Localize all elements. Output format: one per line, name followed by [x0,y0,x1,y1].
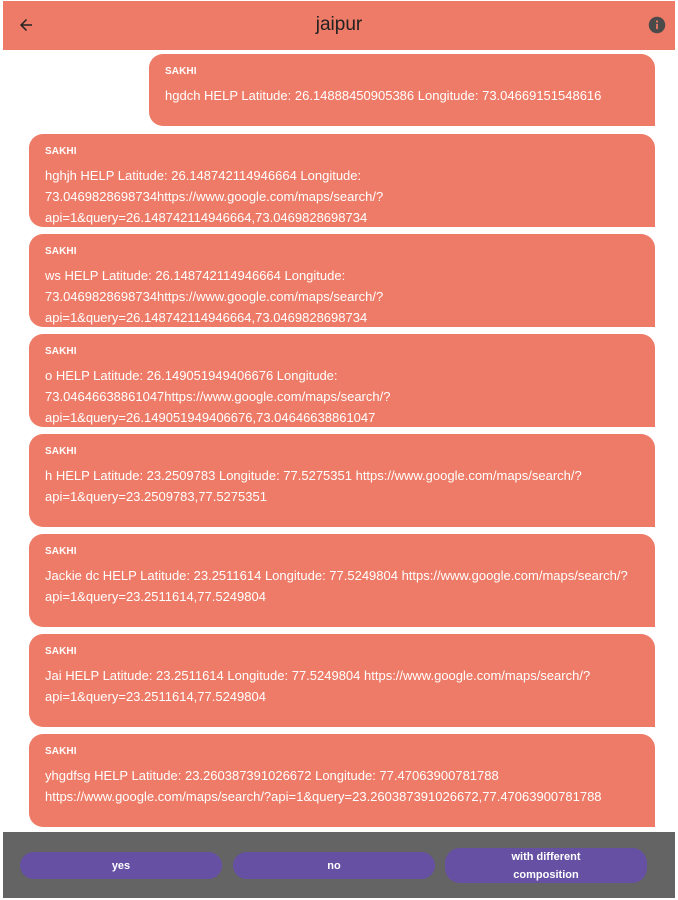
message-sender: SAKHI [45,246,77,257]
message-text: hgdch HELP Latitude: 26.1488845090538​6 … [165,88,602,103]
app-bar: jaipur [3,1,675,50]
info-icon [648,16,666,34]
message-text: yhgdfsg HELP Latitude: 23.26038739102667… [45,768,602,804]
no-button[interactable]: no [233,852,435,879]
message-sender: SAKHI [45,146,77,157]
yes-button[interactable]: yes [20,852,222,879]
message-text: hghjh HELP Latitude: 26.148742114946664 … [45,168,384,225]
message-text: Jai HELP Latitude: 23.2511614 Longitude:… [45,668,591,704]
message-bubble: SAKHI ws HELP Latitude: 26.1487421149466… [29,234,655,327]
message-bubble: SAKHI Jai HELP Latitude: 23.2511614 Long… [29,634,655,727]
message-sender: SAKHI [45,346,77,357]
message-bubble: SAKHI hgdch HELP Latitude: 26.1488845090… [149,54,655,126]
message-sender: SAKHI [45,646,77,657]
app-screen: jaipur SAKHI hgdch HELP Latitude: 26.148… [3,1,675,898]
message-text: Jackie dc HELP Latitude: 23.2511614 Long… [45,568,628,604]
info-button[interactable] [648,16,666,34]
reply-options-bar: yes no with different composition [3,832,675,898]
message-bubble: SAKHI hghjh HELP Latitude: 26.1487421149… [29,134,655,227]
message-sender: SAKHI [165,66,197,77]
message-text: ws HELP Latitude: 26.148742114946664 Lon… [45,268,384,325]
message-text: o HELP Latitude: 26.149051949406676 Long… [45,368,391,425]
message-bubble: SAKHI o HELP Latitude: 26.14905194940667… [29,334,655,427]
message-list[interactable]: SAKHI hgdch HELP Latitude: 26.1488845090… [3,50,675,832]
page-title: jaipur [315,14,363,35]
message-sender: SAKHI [45,446,77,457]
message-text: h HELP Latitude: 23.2509783 Longitude: 7… [45,468,582,504]
different-composition-button[interactable]: with different composition [445,848,647,883]
message-bubble: SAKHI h HELP Latitude: 23.2509783 Longit… [29,434,655,527]
message-sender: SAKHI [45,746,77,757]
message-sender: SAKHI [45,546,77,557]
message-bubble: SAKHI Jackie dc HELP Latitude: 23.251161… [29,534,655,627]
message-bubble: SAKHI yhgdfsg HELP Latitude: 23.26038739… [29,734,655,827]
